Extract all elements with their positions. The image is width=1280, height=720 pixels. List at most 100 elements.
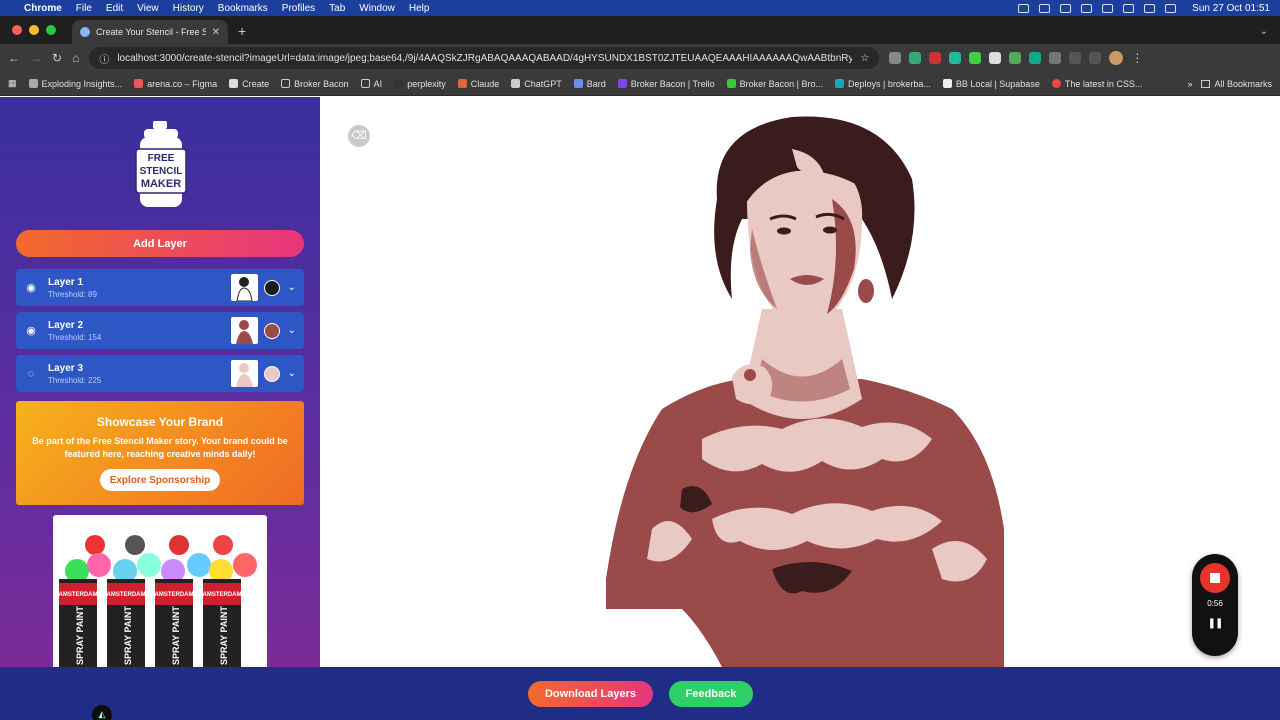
tab-search-chevron-icon[interactable]: ⌄ xyxy=(1260,26,1268,37)
menu-bookmarks[interactable]: Bookmarks xyxy=(218,3,268,14)
menu-file[interactable]: File xyxy=(76,3,92,14)
svg-text:AMSTERDAM: AMSTERDAM xyxy=(155,592,194,598)
bookmark-item[interactable]: ChatGPT xyxy=(511,79,562,89)
bookmark-item[interactable]: Broker Bacon | Bro... xyxy=(726,79,823,89)
menu-chrome[interactable]: Chrome xyxy=(24,3,62,14)
address-bar[interactable]: ⓘ localhost:3000/create-stencil?imageUrl… xyxy=(89,47,880,69)
chevron-down-icon[interactable]: ⌄ xyxy=(288,325,296,336)
extension-icon[interactable] xyxy=(989,52,1002,64)
bookmark-item[interactable]: perplexity xyxy=(394,79,446,89)
explore-sponsorship-button[interactable]: Explore Sponsorship xyxy=(99,469,221,491)
zoom-window-icon[interactable] xyxy=(46,25,56,35)
layer-name: Layer 2 xyxy=(48,319,84,331)
extension-p-icon[interactable] xyxy=(889,52,902,64)
feedback-button[interactable]: Feedback xyxy=(669,681,753,707)
menu-history[interactable]: History xyxy=(173,3,204,14)
download-layers-button[interactable]: Download Layers xyxy=(528,681,653,707)
bookmark-item[interactable]: arena.co – Figma xyxy=(134,79,217,89)
menu-profiles[interactable]: Profiles xyxy=(282,3,315,14)
layer-color-swatch[interactable] xyxy=(263,322,280,339)
pause-icon[interactable]: ❚❚ xyxy=(1192,618,1238,629)
menu-tab[interactable]: Tab xyxy=(329,3,345,14)
svg-text:AMSTERDAM: AMSTERDAM xyxy=(203,592,242,598)
bookmark-item[interactable]: Bard xyxy=(573,79,606,89)
bookmark-item[interactable]: Deploys | brokerba... xyxy=(835,79,931,89)
forward-icon[interactable]: → xyxy=(30,51,42,65)
puzzle-icon[interactable] xyxy=(1049,52,1062,64)
eye-icon[interactable]: ◉ xyxy=(24,324,38,337)
menu-edit[interactable]: Edit xyxy=(106,3,123,14)
bookmark-item[interactable]: Create xyxy=(229,79,269,89)
window-controls xyxy=(0,25,68,44)
svg-text:SPRAY PAINT: SPRAY PAINT xyxy=(75,606,85,665)
site-info-icon[interactable]: ⓘ xyxy=(99,51,109,66)
apps-grid-icon[interactable]: ▦ xyxy=(8,78,17,89)
bookmark-folder[interactable]: Broker Bacon xyxy=(281,79,349,89)
all-bookmarks[interactable]: » All Bookmarks xyxy=(1187,79,1272,89)
layer-threshold: Threshold: 225 xyxy=(48,375,102,385)
add-layer-button[interactable]: Add Layer xyxy=(16,230,304,257)
layer-color-swatch[interactable] xyxy=(263,279,280,296)
screen-recorder-widget: 0:56 ❚❚ xyxy=(1192,554,1238,656)
layer-threshold: Threshold: 154 xyxy=(48,332,102,342)
battery-icon[interactable] xyxy=(1123,3,1135,13)
layer-color-swatch[interactable] xyxy=(263,365,280,382)
screen-record-icon[interactable] xyxy=(1018,3,1030,13)
notion-icon[interactable] xyxy=(1060,3,1072,13)
extension-icon[interactable] xyxy=(949,52,962,64)
tab-create-stencil[interactable]: Create Your Stencil - Free Ste ✕ xyxy=(72,20,228,44)
menu-window[interactable]: Window xyxy=(359,3,395,14)
bookmark-item[interactable]: The latest in CSS... xyxy=(1051,79,1142,89)
clock[interactable]: Sun 27 Oct 01:51 xyxy=(1192,3,1270,14)
bookmark-item[interactable]: BB Local | Supabase xyxy=(942,79,1040,89)
bookmark-item[interactable]: Claude xyxy=(457,79,499,89)
download-icon[interactable] xyxy=(1089,52,1102,64)
svg-text:STENCIL: STENCIL xyxy=(140,166,183,177)
eye-hidden-icon[interactable]: ◌ xyxy=(24,368,38,380)
extension-icon[interactable] xyxy=(909,52,922,64)
back-icon[interactable]: ← xyxy=(8,51,20,65)
control-center-icon[interactable] xyxy=(1165,3,1177,13)
menu-help[interactable]: Help xyxy=(409,3,430,14)
new-tab-icon[interactable]: + xyxy=(238,23,246,39)
bookmark-folder[interactable]: AI xyxy=(360,79,382,89)
bookmark-star-icon[interactable]: ☆ xyxy=(860,53,869,64)
minimize-window-icon[interactable] xyxy=(29,25,39,35)
close-tab-icon[interactable]: ✕ xyxy=(212,27,220,38)
wifi-icon[interactable] xyxy=(1102,3,1114,13)
chart-icon[interactable] xyxy=(1039,3,1051,13)
extension-icon[interactable] xyxy=(1029,52,1042,64)
bookmark-item[interactable]: Exploding Insights... xyxy=(28,79,122,89)
reload-icon[interactable]: ↻ xyxy=(52,51,62,65)
bookmarks-bar: ▦ Exploding Insights... arena.co – Figma… xyxy=(0,72,1280,96)
status-tray: Sun 27 Oct 01:51 xyxy=(1018,3,1270,14)
extension-icon[interactable] xyxy=(969,52,982,64)
search-icon[interactable] xyxy=(1144,3,1156,13)
home-icon[interactable]: ⌂ xyxy=(72,51,79,65)
reading-list-icon[interactable] xyxy=(1069,52,1082,64)
layer-row-2[interactable]: ◉ Layer 2 Threshold: 154 ⌄ xyxy=(16,312,304,349)
stop-recording-button[interactable] xyxy=(1200,563,1230,593)
nuxt-devtools-icon[interactable]: ◭ xyxy=(92,705,112,720)
layer-row-1[interactable]: ◉ Layer 1 Threshold: 89 ⌄ xyxy=(16,269,304,306)
layer-info: Layer 1 Threshold: 89 xyxy=(48,277,231,299)
tab-strip: Create Your Stencil - Free Ste ✕ + ⌄ xyxy=(0,16,1280,44)
chevron-down-icon[interactable]: ⌄ xyxy=(288,282,296,293)
stencil-preview-image xyxy=(606,116,1004,667)
zoom-icon[interactable] xyxy=(1081,3,1093,13)
url-text[interactable]: localhost:3000/create-stencil?imageUrl=d… xyxy=(117,53,852,64)
extension-icon[interactable] xyxy=(929,52,942,64)
eraser-icon[interactable]: ⌫ xyxy=(348,125,370,147)
eye-icon[interactable]: ◉ xyxy=(24,281,38,294)
extension-icon[interactable] xyxy=(1009,52,1022,64)
close-window-icon[interactable] xyxy=(12,25,22,35)
menu-view[interactable]: View xyxy=(137,3,159,14)
layer-row-3[interactable]: ◌ Layer 3 Threshold: 225 ⌄ xyxy=(16,355,304,392)
kebab-menu-icon[interactable]: ⋮ xyxy=(1131,51,1143,65)
spray-paint-ad-image[interactable]: AMSTERDAM AMSTERDAM AMSTERDAM AMSTERDAM … xyxy=(53,515,267,667)
stencil-canvas[interactable]: ⌫ 0:56 ❚❚ xyxy=(320,97,1280,667)
profile-avatar[interactable] xyxy=(1109,51,1124,65)
bookmark-item[interactable]: Broker Bacon | Trello xyxy=(617,79,715,89)
chevron-down-icon[interactable]: ⌄ xyxy=(288,368,296,379)
layer-name: Layer 1 xyxy=(48,276,84,288)
